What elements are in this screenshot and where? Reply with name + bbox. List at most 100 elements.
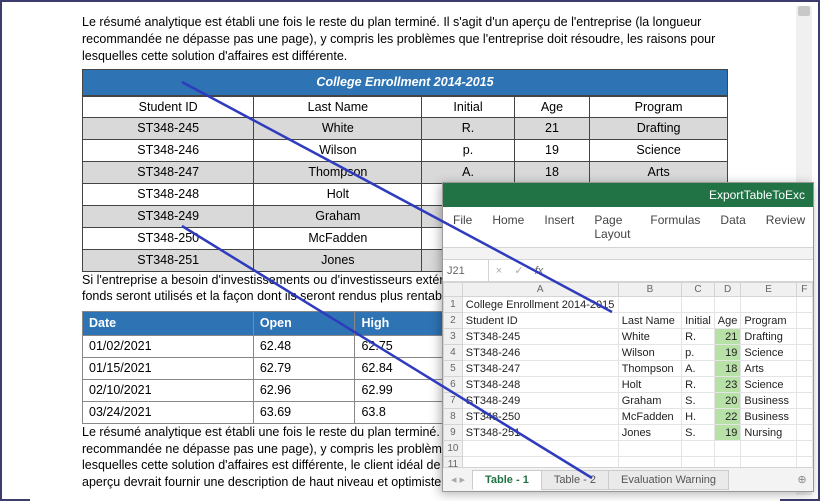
grid-cell[interactable]: ST348-250 xyxy=(462,409,618,425)
ribbon-tab-formulas[interactable]: Formulas xyxy=(640,207,710,247)
grid-cell[interactable]: A. xyxy=(682,361,715,377)
sheet-tab-2[interactable]: Table - 2 xyxy=(541,470,609,490)
name-box[interactable]: J21 xyxy=(443,260,489,281)
grid-cell[interactable]: Student ID xyxy=(462,313,618,329)
new-sheet-icon[interactable]: ⊕ xyxy=(791,473,813,486)
grid-cell[interactable]: Business xyxy=(741,393,796,409)
grid-cell[interactable] xyxy=(796,425,812,441)
sheet-tab-1[interactable]: Table - 1 xyxy=(472,470,542,490)
row-header[interactable]: 2 xyxy=(444,313,463,329)
grid-cell[interactable]: S. xyxy=(682,425,715,441)
row-header[interactable]: 8 xyxy=(444,409,463,425)
grid-cell[interactable]: S. xyxy=(682,393,715,409)
row-header[interactable]: 4 xyxy=(444,345,463,361)
fx-icon[interactable]: fx xyxy=(529,265,549,277)
row-header[interactable]: 7 xyxy=(444,393,463,409)
ribbon-tab-file[interactable]: File xyxy=(443,207,482,247)
grid-cell[interactable] xyxy=(741,441,796,457)
grid-cell[interactable]: Program xyxy=(741,313,796,329)
col-header-A[interactable]: A xyxy=(462,283,618,297)
grid-cell[interactable]: Drafting xyxy=(741,329,796,345)
grid-cell[interactable]: Arts xyxy=(741,361,796,377)
grid-cell[interactable]: ST348-248 xyxy=(462,377,618,393)
grid-cell[interactable]: White xyxy=(618,329,681,345)
col-header-B[interactable]: B xyxy=(618,283,681,297)
grid-cell[interactable]: College Enrollment 2014-2015 xyxy=(462,297,618,313)
grid-cell[interactable] xyxy=(682,441,715,457)
col-header-E[interactable]: E xyxy=(741,283,796,297)
grid-cell[interactable]: p. xyxy=(682,345,715,361)
grid-cell[interactable]: ST348-249 xyxy=(462,393,618,409)
grid-cell[interactable]: Jones xyxy=(618,425,681,441)
grid-cell[interactable] xyxy=(796,441,812,457)
ribbon-tab-home[interactable]: Home xyxy=(482,207,534,247)
grid-cell[interactable] xyxy=(462,457,618,468)
grid-cell[interactable] xyxy=(618,457,681,468)
grid-cell[interactable]: Last Name xyxy=(618,313,681,329)
grid-cell[interactable]: 22 xyxy=(714,409,741,425)
grid-cell[interactable]: 23 xyxy=(714,377,741,393)
grid-cell[interactable]: ST348-246 xyxy=(462,345,618,361)
grid-cell[interactable]: 19 xyxy=(714,345,741,361)
grid-cell[interactable]: ST348-245 xyxy=(462,329,618,345)
grid-cell[interactable]: Wilson xyxy=(618,345,681,361)
grid-cell[interactable]: ST348-247 xyxy=(462,361,618,377)
grid-cell[interactable]: Thompson xyxy=(618,361,681,377)
row-header[interactable]: 6 xyxy=(444,377,463,393)
grid-cell[interactable]: Business xyxy=(741,409,796,425)
row-header[interactable]: 10 xyxy=(444,441,463,457)
grid-cell[interactable] xyxy=(462,441,618,457)
grid-cell[interactable] xyxy=(796,297,812,313)
ribbon-tab-pagelayout[interactable]: Page Layout xyxy=(584,207,640,247)
ribbon-tab-insert[interactable]: Insert xyxy=(534,207,584,247)
grid-cell[interactable]: Nursing xyxy=(741,425,796,441)
select-all-corner[interactable] xyxy=(444,283,463,297)
grid-cell[interactable]: McFadden xyxy=(618,409,681,425)
grid-cell[interactable]: R. xyxy=(682,329,715,345)
col-header-F[interactable]: F xyxy=(796,283,812,297)
grid-cell[interactable] xyxy=(796,329,812,345)
grid-cell[interactable] xyxy=(682,297,715,313)
grid-cell[interactable] xyxy=(796,361,812,377)
sheet-nav-icon[interactable]: ◂ ▸ xyxy=(443,473,473,486)
grid-cell[interactable]: R. xyxy=(682,377,715,393)
formula-cancel-icon[interactable]: × xyxy=(489,265,509,277)
grid-cell[interactable] xyxy=(741,457,796,468)
spreadsheet-grid[interactable]: A B C D E F 1College Enrollment 2014-201… xyxy=(443,282,813,467)
grid-cell[interactable] xyxy=(714,441,741,457)
sheet-tab-warning[interactable]: Evaluation Warning xyxy=(608,470,729,490)
grid-cell[interactable]: 20 xyxy=(714,393,741,409)
ribbon-tab-data[interactable]: Data xyxy=(710,207,755,247)
grid-cell[interactable]: Science xyxy=(741,345,796,361)
col-header-C[interactable]: C xyxy=(682,283,715,297)
grid-cell[interactable] xyxy=(682,457,715,468)
grid-cell[interactable] xyxy=(796,345,812,361)
row-header[interactable]: 1 xyxy=(444,297,463,313)
grid-cell[interactable] xyxy=(618,441,681,457)
scrollbar-thumb[interactable] xyxy=(798,6,810,16)
grid-cell[interactable] xyxy=(714,457,741,468)
grid-cell[interactable]: H. xyxy=(682,409,715,425)
excel-titlebar[interactable]: ExportTableToExc xyxy=(443,183,813,207)
grid-cell[interactable] xyxy=(796,377,812,393)
grid-cell[interactable] xyxy=(714,297,741,313)
grid-cell[interactable] xyxy=(796,393,812,409)
ribbon-tab-review[interactable]: Review xyxy=(756,207,815,247)
grid-cell[interactable]: Initial xyxy=(682,313,715,329)
row-header[interactable]: 9 xyxy=(444,425,463,441)
col-header-D[interactable]: D xyxy=(714,283,741,297)
grid-cell[interactable] xyxy=(618,297,681,313)
grid-cell[interactable]: Graham xyxy=(618,393,681,409)
grid-cell[interactable]: Science xyxy=(741,377,796,393)
grid-cell[interactable]: Holt xyxy=(618,377,681,393)
grid-cell[interactable]: Age xyxy=(714,313,741,329)
grid-cell[interactable] xyxy=(796,313,812,329)
grid-cell[interactable] xyxy=(796,457,812,468)
grid-cell[interactable]: ST348-251 xyxy=(462,425,618,441)
row-header[interactable]: 11 xyxy=(444,457,463,468)
row-header[interactable]: 5 xyxy=(444,361,463,377)
row-header[interactable]: 3 xyxy=(444,329,463,345)
grid-cell[interactable]: 19 xyxy=(714,425,741,441)
grid-cell[interactable]: 21 xyxy=(714,329,741,345)
grid-cell[interactable]: 18 xyxy=(714,361,741,377)
